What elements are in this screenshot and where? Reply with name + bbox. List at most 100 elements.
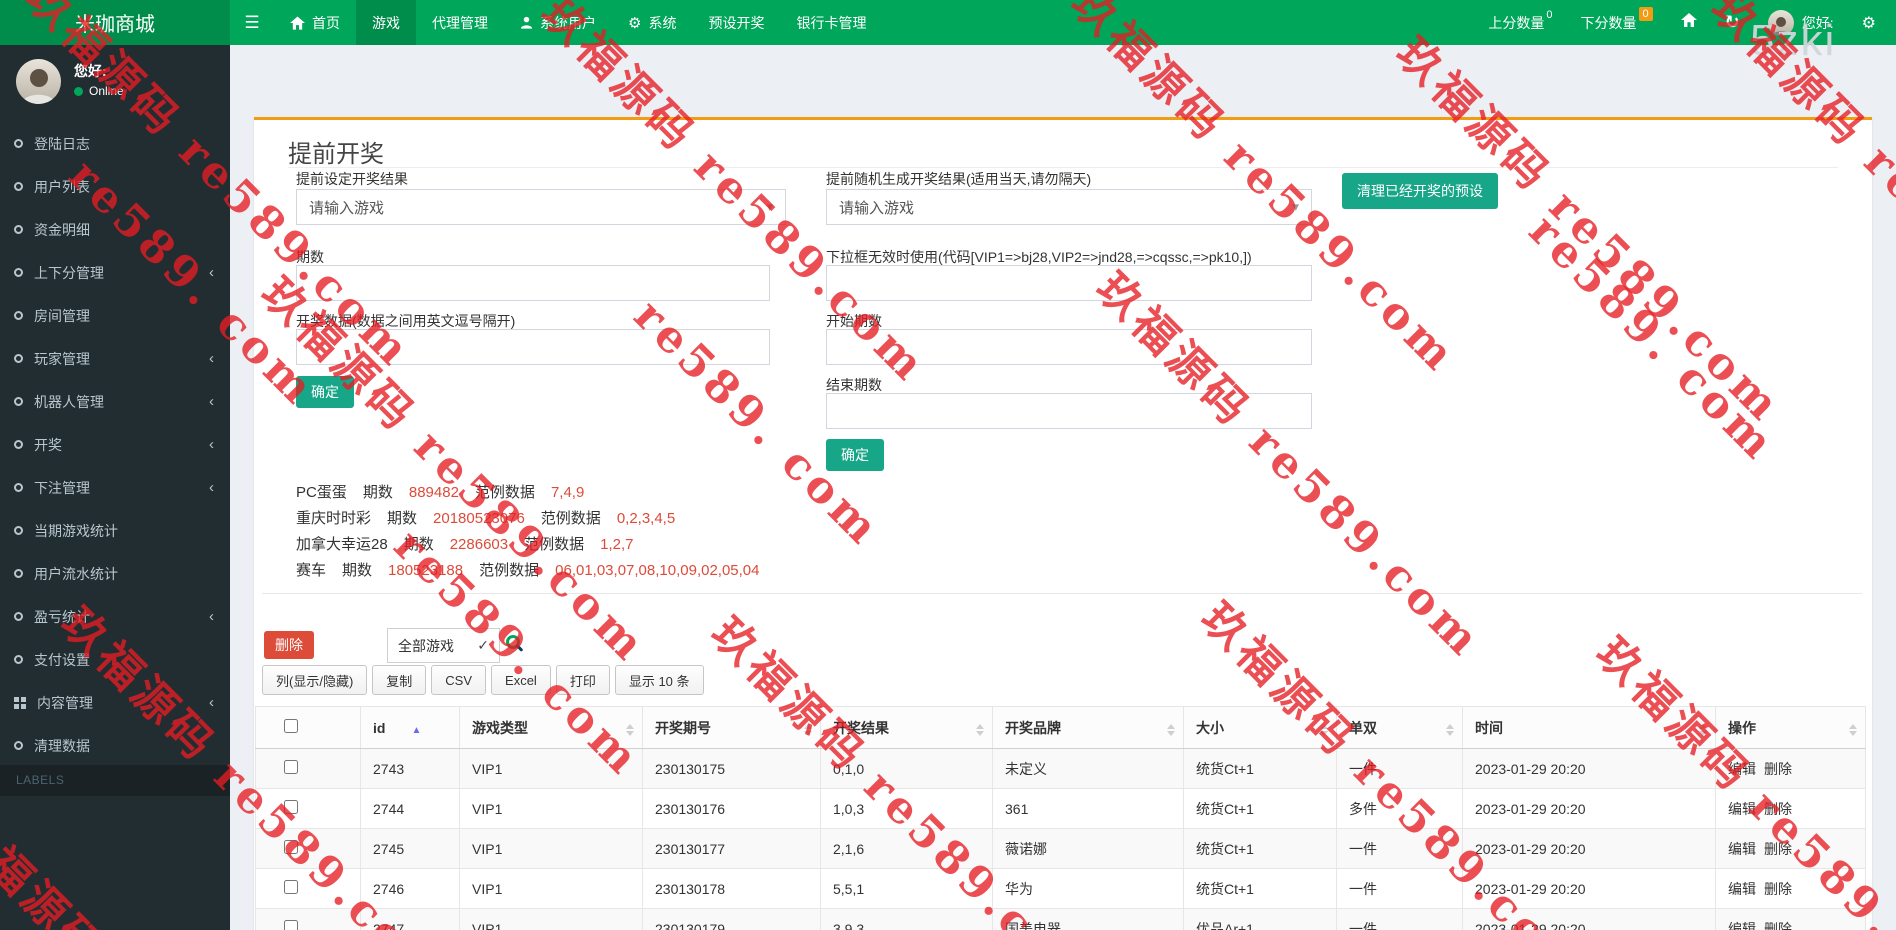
table-row: 2745 VIP1 230130177 2,1,6 薇诺娜 统货Ct+1 一件 … xyxy=(255,828,1866,869)
header-actions[interactable]: 操作 xyxy=(1715,706,1866,749)
page-length-button[interactable]: 显示 10 条 xyxy=(614,665,704,695)
nav-item-home[interactable]: 首页 xyxy=(274,0,356,45)
circle-icon xyxy=(14,440,23,449)
header-id[interactable]: id ▲ xyxy=(360,706,460,749)
example-line: 加拿大幸运28 期数 2286603 范例数据 1,2,7 xyxy=(296,532,776,558)
start-period-input[interactable] xyxy=(826,329,1312,365)
sidebar-item-points-mgmt[interactable]: 上下分管理 ‹ xyxy=(0,251,230,294)
delete-link[interactable]: 删除 xyxy=(1764,921,1792,930)
code-fallback-label: 下拉框无效时使用(代码[VIP1=>bj28,VIP2=>jnd28,=>cqs… xyxy=(826,249,1252,265)
nav-item-preset-draw[interactable]: 预设开奖 xyxy=(692,0,780,45)
delete-link[interactable]: 删除 xyxy=(1764,841,1792,857)
admin-app: 米珈商城 ☰ 首页 游戏 代理管理 系统用户 ⚙ 系统 预设开奖 银行卡管理 上… xyxy=(0,0,1896,930)
draw-data-input[interactable] xyxy=(296,329,770,365)
cell-game-type: VIP1 xyxy=(459,748,643,789)
example-period-label: 期数 xyxy=(387,510,418,527)
sidebar-item-payment-settings[interactable]: 支付设置 xyxy=(0,638,230,681)
header-game-type[interactable]: 游戏类型 xyxy=(459,706,643,749)
csv-button[interactable]: CSV xyxy=(431,665,487,695)
settings-gear-button[interactable]: ⚙ xyxy=(1852,0,1886,45)
circle-icon xyxy=(14,311,23,320)
random-game-select-value: 请输入游戏 xyxy=(839,199,915,217)
row-checkbox[interactable] xyxy=(284,760,298,774)
sidebar-item-room-mgmt[interactable]: 房间管理 xyxy=(0,294,230,337)
example-sample-label: 范例数据 xyxy=(474,484,535,501)
sidebar-item-content-mgmt[interactable]: 内容管理 ‹ xyxy=(0,681,230,724)
header-parity[interactable]: 单双 xyxy=(1336,706,1463,749)
edit-link[interactable]: 编辑 xyxy=(1728,841,1756,857)
header-draw-period[interactable]: 开奖期号 xyxy=(642,706,821,749)
random-game-select[interactable]: 请输入游戏 ▾ xyxy=(826,189,1312,225)
delete-selected-button[interactable]: 删除 xyxy=(264,631,314,659)
nav-item-agents[interactable]: 代理管理 xyxy=(416,0,504,45)
brand-logo[interactable]: 米珈商城 xyxy=(0,0,230,45)
excel-button[interactable]: Excel xyxy=(491,665,551,695)
sidebar-toggle-button[interactable]: ☰ xyxy=(230,0,274,45)
cell-checkbox xyxy=(255,908,361,930)
confirm-button-right[interactable]: 确定 xyxy=(826,439,884,471)
cell-draw-result: 2,1,6 xyxy=(820,828,993,869)
sidebar-item-player-mgmt[interactable]: 玩家管理 ‹ xyxy=(0,337,230,380)
nav-item-system-users[interactable]: 系统用户 xyxy=(504,0,612,45)
cell-time: 2023-01-29 20:20 xyxy=(1462,868,1716,909)
row-checkbox[interactable] xyxy=(284,920,298,930)
edit-link[interactable]: 编辑 xyxy=(1728,921,1756,930)
edit-link[interactable]: 编辑 xyxy=(1728,881,1756,897)
row-checkbox[interactable] xyxy=(284,880,298,894)
delete-link[interactable]: 删除 xyxy=(1764,761,1792,777)
down-points-link[interactable]: 下分数量 0 xyxy=(1571,0,1663,45)
example-period-value: 2286603 xyxy=(449,536,509,553)
sidebar-item-user-flow-stats[interactable]: 用户流水统计 xyxy=(0,552,230,595)
refresh-button[interactable]: ↻ xyxy=(1715,0,1750,45)
confirm-button-left[interactable]: 确定 xyxy=(296,376,354,408)
search-icon[interactable] xyxy=(506,635,520,649)
header-size[interactable]: 大小 xyxy=(1183,706,1337,749)
row-checkbox[interactable] xyxy=(284,800,298,814)
edit-link[interactable]: 编辑 xyxy=(1728,761,1756,777)
select-all-checkbox[interactable] xyxy=(284,719,298,733)
up-points-link[interactable]: 上分数量 0 xyxy=(1478,0,1562,45)
edit-link[interactable]: 编辑 xyxy=(1728,801,1756,817)
user-icon xyxy=(520,16,533,29)
delete-link[interactable]: 删除 xyxy=(1764,801,1792,817)
online-status[interactable]: Online xyxy=(74,84,124,98)
delete-link[interactable]: 删除 xyxy=(1764,881,1792,897)
row-checkbox[interactable] xyxy=(284,840,298,854)
sidebar-item-fund-detail[interactable]: 资金明细 xyxy=(0,208,230,251)
column-visibility-button[interactable]: 列(显示/隐藏) xyxy=(262,665,368,695)
copy-button[interactable]: 复制 xyxy=(372,665,427,695)
sort-icon xyxy=(1320,720,1328,740)
example-sample-label: 范例数据 xyxy=(479,562,540,579)
game-select[interactable]: 请输入游戏 ▾ xyxy=(296,189,786,225)
nav-item-games[interactable]: 游戏 xyxy=(356,0,416,45)
nav-item-system[interactable]: ⚙ 系统 xyxy=(612,0,692,45)
header-draw-result[interactable]: 开奖结果 xyxy=(820,706,993,749)
end-period-input[interactable] xyxy=(826,393,1312,429)
example-line: 重庆时时彩 期数 20180523076 范例数据 0,2,3,4,5 xyxy=(296,506,776,532)
sidebar-item-robot-mgmt[interactable]: 机器人管理 ‹ xyxy=(0,380,230,423)
sidebar-item-user-list[interactable]: 用户列表 xyxy=(0,165,230,208)
print-button[interactable]: 打印 xyxy=(555,665,610,695)
sort-asc-icon: ▲ xyxy=(411,724,422,736)
sidebar-item-profit-stats[interactable]: 盈亏统计 ‹ xyxy=(0,595,230,638)
cell-draw-brand: 华为 xyxy=(992,868,1184,909)
clear-drawn-presets-button[interactable]: 清理已经开奖的预设 xyxy=(1342,173,1498,209)
nav-item-bank-cards[interactable]: 银行卡管理 xyxy=(780,0,882,45)
sidebar-item-clean-data[interactable]: 清理数据 xyxy=(0,724,230,767)
header-time[interactable]: 时间 xyxy=(1462,706,1716,749)
game-filter-select[interactable]: 全部游戏 ✓ xyxy=(387,628,500,663)
example-period-label: 期数 xyxy=(362,484,393,501)
header-draw-brand[interactable]: 开奖品牌 xyxy=(992,706,1184,749)
sidebar-item-draw[interactable]: 开奖 ‹ xyxy=(0,423,230,466)
cell-id: 2745 xyxy=(360,828,460,869)
navbar-home-button[interactable] xyxy=(1671,0,1707,45)
sidebar-item-bet-mgmt[interactable]: 下注管理 ‹ xyxy=(0,466,230,509)
gear-icon: ⚙ xyxy=(1861,14,1876,32)
cell-draw-period: 230130179 xyxy=(642,908,821,930)
code-fallback-input[interactable] xyxy=(826,265,1312,301)
sidebar-item-current-game-stats[interactable]: 当期游戏统计 xyxy=(0,509,230,552)
sidebar-item-login-log[interactable]: 登陆日志 xyxy=(0,122,230,165)
period-input[interactable] xyxy=(296,265,770,301)
chevron-left-icon: ‹ xyxy=(209,479,214,496)
down-points-badge: 0 xyxy=(1638,6,1653,21)
